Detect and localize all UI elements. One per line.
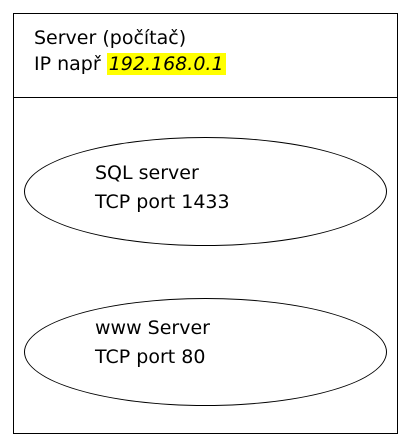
sql-server-ellipse: SQL server TCP port 1433 (24, 137, 387, 246)
sql-server-port: TCP port 1433 (95, 191, 230, 213)
server-box: Server (počítač) IP např 192.168.0.1 SQL… (13, 13, 398, 434)
ip-prefix: IP např (34, 53, 107, 75)
www-server-port: TCP port 80 (95, 346, 206, 368)
www-server-name: www Server (95, 317, 210, 339)
server-header: Server (počítač) IP např 192.168.0.1 (14, 14, 397, 98)
server-ip-line: IP např 192.168.0.1 (34, 52, 226, 76)
sql-server-name: SQL server (95, 162, 199, 184)
ip-address-value: 192.168.0.1 (106, 53, 226, 75)
server-title: Server (počítač) (34, 27, 187, 49)
www-server-ellipse: www Server TCP port 80 (24, 298, 387, 406)
